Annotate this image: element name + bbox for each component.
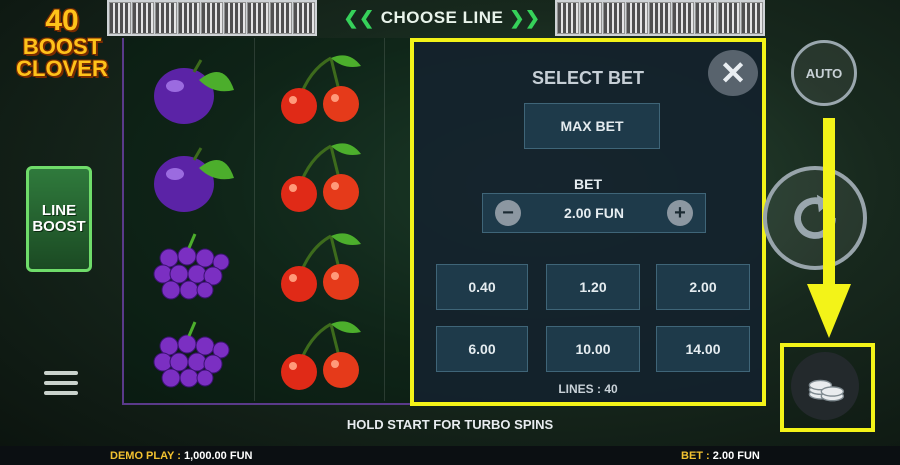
close-icon[interactable]: ✕ xyxy=(708,50,758,96)
bet-stepper: − 2.00 FUN + xyxy=(482,193,706,233)
turbo-hint: HOLD START FOR TURBO SPINS xyxy=(346,417,554,432)
highlight-arrow-shaft xyxy=(823,118,835,288)
demo-balance: DEMO PLAY : 1,000.00 FUN xyxy=(110,450,252,462)
bet-option-button[interactable]: 2.00 xyxy=(656,264,750,310)
plus-icon[interactable]: + xyxy=(666,200,693,226)
bet-option-button[interactable]: 0.40 xyxy=(436,264,528,310)
line-boost-label-2: BOOST xyxy=(32,218,86,235)
max-bet-button[interactable]: MAX BET xyxy=(524,103,660,149)
coins-icon xyxy=(808,379,845,402)
game-logo: 40 BOOST CLOVER xyxy=(16,4,108,81)
cherries-icon xyxy=(281,233,361,302)
bet-option-button[interactable]: 14.00 xyxy=(656,326,750,372)
chevron-left-icon: ❮❮ xyxy=(343,7,375,28)
bet-option-button[interactable]: 6.00 xyxy=(436,326,528,372)
reel-2 xyxy=(254,38,385,401)
lines-count: LINES : 40 xyxy=(558,382,618,396)
choose-line-label: CHOOSE LINE xyxy=(380,8,504,27)
bet-label: BET xyxy=(574,176,602,192)
current-bet-value: 2.00 FUN xyxy=(564,205,624,221)
reel-area xyxy=(122,38,414,405)
reel-1 xyxy=(124,38,255,401)
minus-icon[interactable]: − xyxy=(495,200,521,226)
autoplay-label: AUTO xyxy=(805,65,843,81)
choose-line-button[interactable]: ❮❮ CHOOSE LINE ❯❯ xyxy=(333,5,551,31)
cherries-icon xyxy=(281,55,361,124)
grapes-icon xyxy=(153,321,230,388)
chevron-right-icon: ❯❯ xyxy=(509,7,541,28)
grapes-icon xyxy=(153,233,230,300)
line-boost-label-1: LINE xyxy=(41,201,77,219)
line-indicator-left xyxy=(107,0,317,36)
spin-arrows-icon xyxy=(794,194,836,239)
demo-label: DEMO PLAY : xyxy=(110,450,181,462)
select-bet-panel: SELECT BET ✕ MAX BET BET − 2.00 FUN + 0.… xyxy=(410,38,766,406)
cherries-icon xyxy=(281,321,361,390)
highlight-arrow-head xyxy=(807,284,851,338)
footer-bet-label: BET : xyxy=(681,450,710,462)
bet-option-button[interactable]: 10.00 xyxy=(546,326,640,372)
line-boost-button[interactable]: LINE BOOST xyxy=(26,166,92,272)
bet-option-button[interactable]: 1.20 xyxy=(546,264,640,310)
footer-bet-value: 2.00 FUN xyxy=(712,450,760,462)
spin-button[interactable] xyxy=(763,166,867,270)
demo-value: 1,000.00 FUN xyxy=(183,450,253,462)
menu-icon[interactable] xyxy=(44,371,78,401)
line-indicator-right xyxy=(555,0,765,36)
bet-coins-button[interactable] xyxy=(791,352,859,420)
plum-icon xyxy=(154,59,234,124)
footer-bet: BET : 2.00 FUN xyxy=(681,450,760,462)
autoplay-button[interactable]: AUTO xyxy=(791,40,857,106)
plum-icon xyxy=(154,147,234,212)
cherries-icon xyxy=(281,143,361,212)
